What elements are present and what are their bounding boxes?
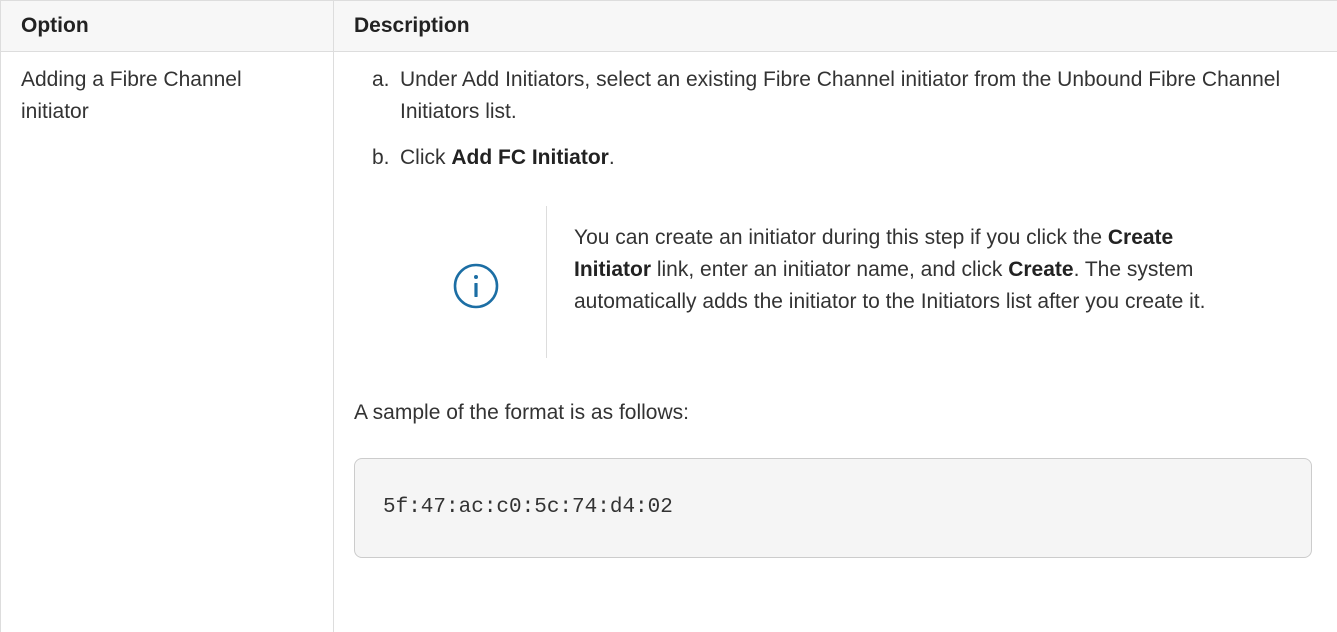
note-text-part: link, enter an initiator name, and click	[651, 258, 1008, 281]
info-note: You can create an initiator during this …	[400, 206, 1317, 358]
table-header-row: Option Description	[1, 1, 1337, 52]
table-row: Adding a Fibre Channel initiator a. Unde…	[1, 52, 1337, 632]
description-cell: a. Under Add Initiators, select an exist…	[334, 52, 1337, 632]
step-text-suffix: .	[609, 146, 615, 169]
steps-list: a. Under Add Initiators, select an exist…	[354, 64, 1317, 174]
add-fc-initiator-label: Add FC Initiator	[451, 146, 608, 169]
note-text-part: You can create an initiator during this …	[574, 226, 1108, 249]
option-cell: Adding a Fibre Channel initiator	[1, 52, 334, 632]
sample-intro: A sample of the format is as follows:	[354, 397, 1317, 429]
note-divider	[546, 206, 547, 358]
step-marker: b.	[372, 142, 390, 174]
column-header-option: Option	[1, 1, 334, 52]
step-text: Under Add Initiators, select an existing…	[400, 68, 1280, 123]
info-icon	[452, 262, 500, 310]
sample-code: 5f:47:ac:c0:5c:74:d4:02	[383, 492, 673, 524]
options-table-container: Option Description Adding a Fibre Channe…	[0, 0, 1337, 630]
create-label: Create	[1008, 258, 1073, 281]
sample-code-block: 5f:47:ac:c0:5c:74:d4:02	[354, 458, 1312, 558]
step-marker: a.	[372, 64, 390, 96]
note-text: You can create an initiator during this …	[574, 222, 1214, 318]
options-table: Option Description Adding a Fibre Channe…	[0, 0, 1337, 632]
step-item: a. Under Add Initiators, select an exist…	[354, 64, 1317, 128]
column-header-description: Description	[334, 1, 1337, 52]
step-text-prefix: Click	[400, 146, 451, 169]
step-item: b. Click Add FC Initiator.	[354, 142, 1317, 174]
